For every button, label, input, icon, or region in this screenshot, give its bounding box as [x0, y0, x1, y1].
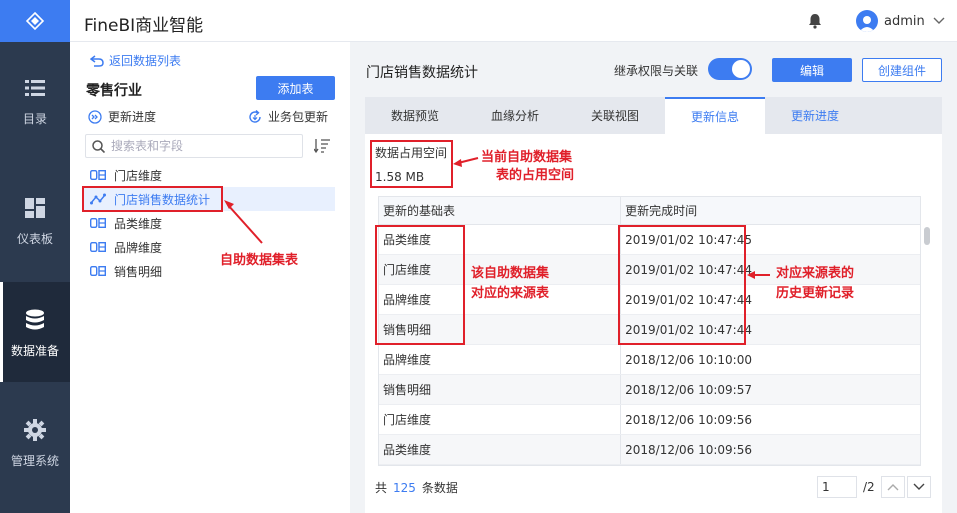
table-header: 更新的基础表 更新完成时间 — [379, 197, 920, 225]
table-cell: 品牌维度 — [379, 345, 622, 374]
inherit-toggle[interactable] — [708, 58, 752, 80]
table-row: 销售明细 2018/12/06 10:09:57 — [379, 375, 920, 405]
table-cell: 2018/12/06 10:09:56 — [625, 442, 752, 457]
tab-bar: 数据预览 血缘分析 关联视图 更新信息 更新进度 — [365, 97, 942, 134]
count-prefix: 共 — [375, 481, 388, 495]
back-to-list-link[interactable]: 返回数据列表 — [90, 52, 181, 69]
left-nav: 目录 仪表板 数据准备 管理系统 — [0, 0, 70, 513]
app-title: FineBI商业智能 — [84, 16, 204, 36]
progress-icon — [88, 109, 102, 124]
dataset-title: 门店销售数据统计 — [366, 65, 478, 81]
chevron-down-icon — [933, 14, 945, 28]
tree-item-label: 销售明细 — [114, 264, 163, 279]
chevron-down-icon — [913, 483, 925, 490]
chevron-up-icon — [887, 484, 899, 491]
table-cell: 2018/12/06 10:09:56 — [625, 412, 752, 427]
search-box — [85, 134, 303, 158]
tab-update-info[interactable]: 更新信息 — [665, 97, 765, 134]
page-total: /2 — [863, 480, 875, 494]
table-icon — [90, 242, 106, 252]
database-icon — [25, 306, 45, 334]
back-link-label: 返回数据列表 — [109, 54, 182, 68]
annotation-box-update-times — [618, 225, 746, 345]
count-suffix: 条数据 — [421, 481, 458, 495]
sort-icon[interactable] — [313, 138, 332, 157]
nav-item-catalog[interactable]: 目录 — [0, 50, 70, 150]
tree-item-category-dim[interactable]: 品类维度 — [82, 211, 335, 235]
table-row: 门店维度 2018/12/06 10:09:56 — [379, 405, 920, 435]
annotation-box-source-tables — [375, 225, 465, 345]
back-arrow-icon — [90, 54, 104, 67]
search-icon — [92, 139, 105, 153]
progress-label: 更新进度 — [108, 110, 157, 124]
nav-item-label: 数据准备 — [10, 343, 59, 358]
tree-item-label: 门店维度 — [114, 168, 163, 183]
user-menu[interactable]: admin — [856, 10, 945, 32]
count-number: 125 — [393, 480, 416, 495]
inherit-label: 继承权限与关联 — [614, 64, 699, 78]
package-update-link[interactable]: 业务包更新 — [248, 108, 328, 125]
table-cell: 品类维度 — [379, 435, 622, 464]
tree-item-label: 品牌维度 — [114, 240, 163, 255]
finebi-logo[interactable] — [0, 0, 70, 42]
package-title: 零售行业 — [86, 83, 142, 99]
gear-icon — [24, 416, 46, 444]
search-input[interactable] — [111, 139, 291, 153]
annotation-history-note-1: 对应来源表的 — [776, 266, 855, 281]
create-component-button[interactable]: 创建组件 — [862, 58, 942, 82]
pagination: /2 — [817, 476, 931, 498]
tab-update-progress[interactable]: 更新进度 — [765, 97, 865, 134]
annotation-box-space — [370, 140, 453, 188]
table-cell: 2018/12/06 10:10:00 — [625, 352, 752, 367]
table-cell: 销售明细 — [379, 375, 622, 404]
page-number-input[interactable] — [817, 476, 857, 498]
column-header: 更新的基础表 — [379, 197, 622, 224]
table-cell: 门店维度 — [379, 405, 622, 434]
annotation-space-note-1: 当前自助数据集 — [481, 150, 573, 165]
table-scrollbar[interactable] — [924, 227, 930, 245]
add-table-button[interactable]: 添加表 — [256, 76, 335, 100]
left-panel: 返回数据列表 零售行业 添加表 更新进度 业务包更新 门店维度 门店销售数据统计… — [70, 42, 350, 513]
annotation-source-note-1: 该自助数据集 — [471, 266, 550, 281]
nav-item-admin[interactable]: 管理系统 — [0, 392, 70, 492]
table-icon — [90, 170, 106, 180]
refresh-icon — [249, 109, 261, 123]
dashboard-icon — [25, 194, 45, 222]
tab-data-preview[interactable]: 数据预览 — [365, 97, 465, 134]
tab-lineage[interactable]: 血缘分析 — [465, 97, 565, 134]
table-icon — [90, 266, 106, 276]
bell-icon[interactable] — [808, 13, 822, 32]
annotation-box-dataset — [82, 186, 223, 212]
table-icon — [90, 218, 106, 228]
annotation-source-note-2: 对应的来源表 — [471, 286, 550, 301]
logo-icon — [25, 11, 45, 31]
column-header: 更新完成时间 — [625, 204, 698, 218]
nav-item-label: 仪表板 — [16, 231, 53, 246]
nav-item-label: 管理系统 — [10, 453, 59, 468]
table-row: 品牌维度 2018/12/06 10:10:00 — [379, 345, 920, 375]
annotation-dataset-note: 自助数据集表 — [220, 253, 299, 268]
avatar — [856, 10, 878, 32]
table-row: 品类维度 2018/12/06 10:09:56 — [379, 435, 920, 465]
edit-button[interactable]: 编辑 — [772, 58, 852, 82]
nav-item-dashboard[interactable]: 仪表板 — [0, 170, 70, 270]
top-bar: FineBI商业智能 admin — [70, 0, 957, 42]
update-progress-link[interactable]: 更新进度 — [88, 108, 156, 125]
list-icon — [25, 74, 45, 102]
nav-item-data-prep[interactable]: 数据准备 — [0, 282, 70, 382]
annotation-history-note-2: 历史更新记录 — [776, 286, 855, 301]
annotation-space-note-2: 表的占用空间 — [496, 168, 575, 183]
tree-item-store-dim[interactable]: 门店维度 — [82, 163, 335, 187]
next-page-button[interactable] — [906, 476, 931, 498]
package-update-label: 业务包更新 — [268, 110, 329, 124]
prev-page-button[interactable] — [880, 476, 905, 498]
tab-relation-view[interactable]: 关联视图 — [565, 97, 665, 134]
record-count: 共 125 条数据 — [375, 479, 458, 496]
nav-item-label: 目录 — [22, 111, 47, 126]
username: admin — [884, 13, 925, 29]
table-cell: 2018/12/06 10:09:57 — [625, 382, 752, 397]
tree-item-label: 品类维度 — [114, 216, 163, 231]
